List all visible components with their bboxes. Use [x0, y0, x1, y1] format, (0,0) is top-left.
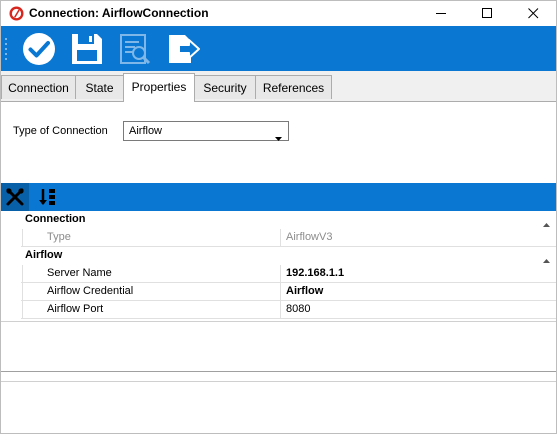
main-toolbar	[1, 26, 556, 71]
apply-button[interactable]	[21, 31, 57, 67]
export-button[interactable]	[165, 31, 201, 67]
grid-divider	[1, 321, 556, 322]
collapse-icon[interactable]	[543, 252, 550, 266]
category-connection[interactable]: Connection	[1, 211, 556, 229]
sort-alphabetical-button[interactable]	[31, 183, 59, 211]
property-row[interactable]: Airflow Credential Airflow	[1, 283, 556, 301]
preview-button[interactable]	[117, 31, 153, 67]
connection-type-select[interactable]: Airflow	[123, 121, 289, 141]
property-value[interactable]: Airflow	[280, 283, 556, 300]
minimize-button[interactable]	[418, 1, 464, 26]
title-bar: Connection: AirflowConnection	[1, 1, 556, 26]
property-grid-toolbar	[1, 183, 556, 211]
maximize-button[interactable]	[464, 1, 510, 26]
save-button[interactable]	[69, 31, 105, 67]
chevron-down-icon	[275, 130, 282, 144]
categorized-button[interactable]	[1, 183, 29, 211]
collapse-icon[interactable]	[543, 216, 550, 230]
property-name: Airflow Credential	[22, 283, 280, 300]
category-name: Connection	[25, 213, 86, 225]
description-divider	[1, 381, 556, 382]
property-name: Server Name	[22, 265, 280, 282]
tab-references[interactable]: References	[255, 75, 332, 99]
category-airflow[interactable]: Airflow	[1, 247, 556, 265]
tab-state[interactable]: State	[75, 75, 124, 99]
property-value[interactable]: 8080	[280, 301, 556, 318]
toolbar-grip-icon[interactable]	[5, 38, 8, 60]
connection-type-value: Airflow	[129, 125, 163, 137]
property-row[interactable]: Server Name 192.168.1.1	[1, 265, 556, 283]
connection-window: Connection: AirflowConnection Connection…	[0, 0, 557, 434]
property-name: Type	[22, 229, 280, 246]
property-row[interactable]: Type AirflowV3	[1, 229, 556, 247]
description-splitter[interactable]	[1, 371, 556, 372]
app-logo-icon	[9, 6, 24, 21]
property-value: AirflowV3	[280, 229, 556, 246]
window-title: Connection: AirflowConnection	[29, 6, 209, 20]
property-value[interactable]: 192.168.1.1	[280, 265, 556, 282]
close-button[interactable]	[510, 1, 556, 26]
tab-properties[interactable]: Properties	[123, 73, 195, 102]
tab-connection[interactable]: Connection	[1, 75, 76, 99]
tab-security[interactable]: Security	[194, 75, 256, 99]
category-name: Airflow	[25, 249, 63, 261]
tab-strip: Connection State Properties Security Ref…	[1, 71, 556, 102]
connection-type-label: Type of Connection	[13, 125, 108, 137]
property-name: Airflow Port	[22, 301, 280, 318]
property-row[interactable]: Airflow Port 8080	[1, 301, 556, 319]
